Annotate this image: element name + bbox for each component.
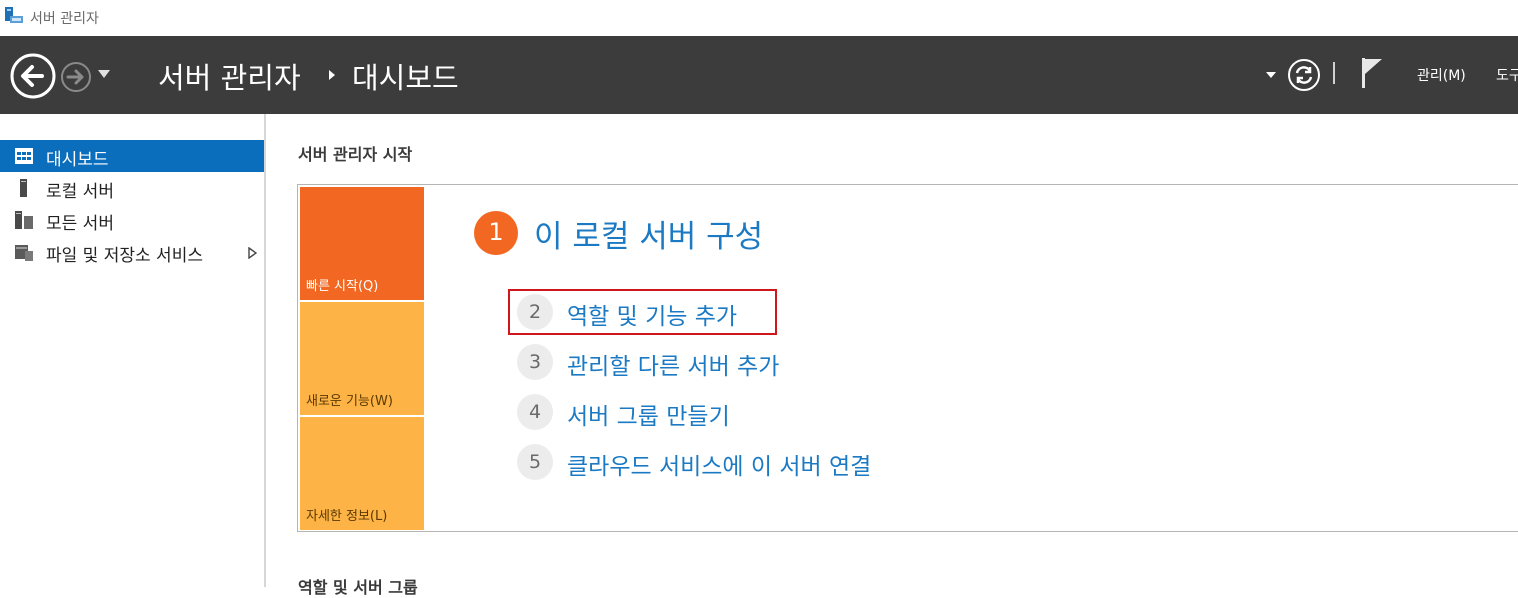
- create-server-group-link[interactable]: 서버 그룹 만들기: [567, 397, 730, 431]
- step-number-badge: 3: [517, 344, 553, 380]
- step-number: 3: [528, 351, 542, 373]
- welcome-tile-panel: 빠른 시작(Q) 새로운 기능(W) 자세한 정보(L) 1 이 로컬 서버 구…: [297, 184, 1518, 532]
- tile-label: 새로운 기능(W): [306, 394, 393, 409]
- step-number-badge: 5: [517, 444, 553, 480]
- title-bar: 서버 관리자: [0, 0, 1518, 36]
- step-add-roles-features[interactable]: 2 역할 및 기능 추가: [517, 291, 937, 333]
- sidebar-item-label: 대시보드: [46, 150, 109, 170]
- step-number: 5: [528, 451, 542, 473]
- step-number-badge: 2: [517, 294, 553, 330]
- server-manager-icon: [5, 7, 23, 23]
- refresh-icon[interactable]: [1287, 58, 1321, 92]
- all-servers-icon: [15, 211, 33, 229]
- back-arrow-icon[interactable]: [9, 52, 57, 100]
- main-content: 서버 관리자 시작 빠른 시작(Q) 새로운 기능(W) 자세한 정보(L) 1…: [266, 114, 1518, 597]
- menu-manage[interactable]: 관리(M): [1417, 65, 1466, 85]
- sidebar-item-local-server[interactable]: 로컬 서버: [0, 172, 264, 204]
- window-title: 서버 관리자: [30, 11, 99, 27]
- file-storage-icon: [15, 245, 33, 261]
- step-number: 2: [528, 301, 542, 323]
- sidebar-item-all-servers[interactable]: 모든 서버: [0, 204, 264, 236]
- sidebar-item-label: 모든 서버: [46, 214, 114, 234]
- add-other-servers-link[interactable]: 관리할 다른 서버 추가: [567, 347, 779, 381]
- chevron-down-icon[interactable]: [97, 69, 111, 79]
- sidebar-item-dashboard[interactable]: 대시보드: [0, 140, 264, 172]
- breadcrumb-current: 대시보드: [352, 61, 459, 95]
- step-number-badge: 4: [517, 394, 553, 430]
- header-bar: 서버 관리자 대시보드 관리(M) 도구: [0, 36, 1518, 114]
- roles-server-groups-title: 역할 및 서버 그룹: [298, 578, 418, 597]
- configure-local-server-link[interactable]: 이 로컬 서버 구성: [534, 211, 763, 256]
- step-add-other-servers[interactable]: 3 관리할 다른 서버 추가: [517, 341, 937, 383]
- welcome-section-title: 서버 관리자 시작: [298, 145, 413, 164]
- notification-flag-icon[interactable]: [1358, 56, 1386, 90]
- sidebar-item-label: 파일 및 저장소 서비스: [46, 246, 203, 266]
- add-roles-features-link[interactable]: 역할 및 기능 추가: [567, 297, 737, 331]
- step-number: 1: [488, 218, 504, 246]
- dashboard-icon: [15, 148, 33, 164]
- step-number-badge: 1: [474, 211, 518, 255]
- header-divider: [1333, 62, 1335, 84]
- step-create-server-group[interactable]: 4 서버 그룹 만들기: [517, 391, 937, 433]
- tile-label: 빠른 시작(Q): [306, 279, 379, 294]
- tile-learn-more[interactable]: 자세한 정보(L): [300, 417, 424, 530]
- tile-quick-start[interactable]: 빠른 시작(Q): [300, 187, 424, 300]
- expand-arrow-icon[interactable]: [248, 247, 257, 259]
- sidebar-item-label: 로컬 서버: [46, 182, 114, 202]
- tile-label: 자세한 정보(L): [306, 509, 388, 524]
- forward-arrow-icon[interactable]: [60, 61, 92, 93]
- tile-whats-new[interactable]: 새로운 기능(W): [300, 302, 424, 415]
- sidebar-item-file-storage[interactable]: 파일 및 저장소 서비스: [0, 236, 264, 268]
- sidebar: 대시보드 로컬 서버 모든 서버 파일 및 저장소 서비스: [0, 114, 264, 587]
- connect-cloud-services-link[interactable]: 클라우드 서비스에 이 서버 연결: [567, 447, 871, 481]
- breadcrumb-separator-icon: [329, 70, 335, 80]
- step-number: 4: [528, 401, 542, 423]
- local-server-icon: [20, 179, 27, 197]
- chevron-down-icon[interactable]: [1265, 71, 1277, 79]
- menu-tools[interactable]: 도구: [1496, 65, 1518, 85]
- step-connect-cloud-services[interactable]: 5 클라우드 서비스에 이 서버 연결: [517, 441, 937, 483]
- breadcrumb-root[interactable]: 서버 관리자: [158, 55, 301, 97]
